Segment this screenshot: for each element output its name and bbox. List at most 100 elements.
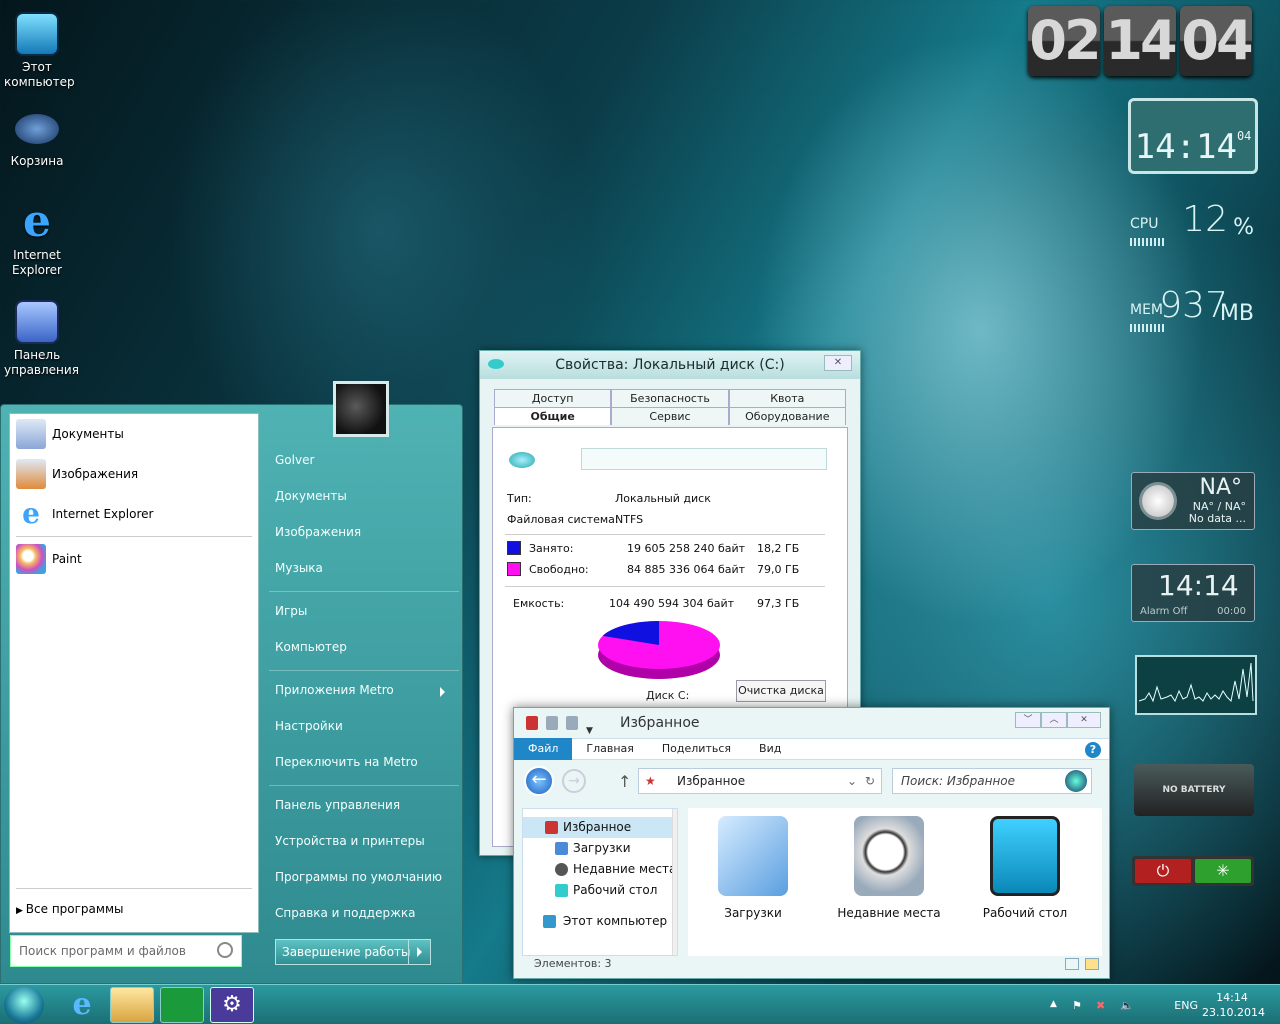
tab-general[interactable]: Общие	[494, 407, 612, 425]
tab-share[interactable]: Поделиться	[648, 738, 745, 760]
restart-button[interactable]: ✳	[1195, 859, 1251, 883]
start-link-computer[interactable]: Компьютер	[269, 632, 459, 668]
start-item-paint[interactable]: Paint	[10, 539, 258, 579]
flag-icon[interactable]: ⚑	[1072, 999, 1084, 1012]
details-view-icon[interactable]	[1065, 958, 1079, 970]
navpane-scrollbar[interactable]	[672, 809, 677, 955]
back-button[interactable]: ←	[524, 766, 554, 796]
start-item-documents[interactable]: Документы	[10, 414, 258, 454]
start-item-ie[interactable]: e Internet Explorer	[10, 494, 258, 534]
volume-label-input[interactable]	[581, 448, 827, 470]
start-link-metro-apps[interactable]: Приложения Metro	[269, 675, 459, 711]
control-panel-icon	[15, 300, 59, 344]
start-link-documents[interactable]: Документы	[269, 481, 459, 517]
taskbar-store-button[interactable]	[160, 987, 204, 1023]
tab-view[interactable]: Вид	[745, 738, 795, 760]
tab-home[interactable]: Главная	[572, 738, 648, 760]
tab-file[interactable]: Файл	[514, 738, 573, 760]
desktop-icon-control-panel[interactable]: Панель управления	[4, 300, 79, 378]
pictures-icon	[16, 459, 46, 489]
help-icon[interactable]: ?	[1085, 742, 1101, 758]
tab-quota[interactable]: Квота	[728, 389, 846, 407]
pin-icon[interactable]	[526, 716, 538, 730]
desktop-icon-computer[interactable]: Этот компьютер	[4, 12, 75, 90]
folder-tile-desktop[interactable]: Рабочий стол	[960, 816, 1090, 920]
nav-item-favorites[interactable]: Избранное	[523, 817, 677, 838]
start-link-help[interactable]: Справка и поддержка	[269, 898, 459, 934]
search-input[interactable]: Поиск: Избранное	[892, 768, 1092, 794]
taskbar-ie-button[interactable]: e	[60, 987, 104, 1023]
start-link-settings[interactable]: Настройки	[269, 711, 459, 747]
start-link-music[interactable]: Музыка	[269, 553, 459, 589]
start-link-default-programs[interactable]: Программы по умолчанию	[269, 862, 459, 898]
folder-tile-downloads[interactable]: Загрузки	[688, 816, 818, 920]
mem-unit: MB	[1219, 301, 1254, 326]
gear-icon: ⚙	[222, 992, 242, 1017]
tab-tools[interactable]: Сервис	[611, 407, 729, 425]
start-search-input[interactable]: Поиск программ и файлов	[10, 935, 242, 967]
shutdown-options-button[interactable]	[408, 940, 430, 964]
disk-cleanup-button[interactable]: Очистка диска	[736, 680, 826, 702]
address-bar[interactable]: ★ Избранное ⌄ ↻	[638, 768, 882, 794]
capacity-gb: 97,3 ГБ	[757, 597, 800, 610]
close-button[interactable]: ✕	[1067, 712, 1101, 728]
disk-usage-pie	[598, 621, 720, 679]
language-indicator[interactable]: ENG	[1174, 999, 1198, 1012]
folder-tile-recent-places[interactable]: Недавние места	[824, 816, 954, 920]
flip-minutes: 14	[1104, 6, 1178, 76]
tab-access[interactable]: Доступ	[494, 389, 612, 407]
nav-item-desktop[interactable]: Рабочий стол	[523, 880, 677, 901]
explorer-titlebar[interactable]: ▼ Избранное ﹀ ︿ ✕	[514, 708, 1109, 738]
tab-hardware[interactable]: Оборудование	[728, 407, 846, 425]
desktop-icon-recycle-bin[interactable]: Корзина	[4, 106, 70, 169]
start-item-pictures[interactable]: Изображения	[10, 454, 258, 494]
close-button[interactable]: ✕	[824, 355, 852, 371]
start-link-switch-metro[interactable]: Переключить на Metro	[269, 747, 459, 783]
dialog-titlebar[interactable]: Свойства: Локальный диск (C:) ✕	[480, 351, 860, 379]
start-menu-left-pane: Документы Изображения e Internet Explore…	[9, 413, 259, 933]
nav-item-downloads[interactable]: Загрузки	[523, 838, 677, 859]
weather-gadget[interactable]: NA° NA° / NA° No data ...	[1131, 472, 1255, 530]
nav-item-this-pc[interactable]: Этот компьютер	[523, 911, 677, 932]
volume-icon[interactable]: 🔈	[1120, 999, 1134, 1012]
start-link-control-panel[interactable]: Панель управления	[269, 790, 459, 826]
new-folder-icon[interactable]	[566, 716, 578, 730]
start-link-devices[interactable]: Устройства и принтеры	[269, 826, 459, 862]
nav-item-recent-places[interactable]: Недавние места	[523, 859, 677, 880]
taskbar-explorer-button[interactable]	[110, 987, 154, 1023]
forward-button[interactable]: →	[562, 769, 586, 793]
show-hidden-icons-icon[interactable]: ▲	[1050, 999, 1062, 1011]
minimize-button[interactable]: ﹀	[1015, 712, 1041, 728]
all-programs-button[interactable]: ▶ Все программы	[16, 902, 123, 916]
tab-security[interactable]: Безопасность	[611, 389, 729, 407]
start-link-games[interactable]: Игры	[269, 596, 459, 632]
alarm-clock-gadget[interactable]: 14:14 Alarm Off 00:00	[1131, 564, 1255, 622]
desktop-icon-ie[interactable]: e Internet Explorer	[4, 200, 70, 278]
documents-icon	[16, 419, 46, 449]
properties-icon[interactable]	[546, 716, 558, 730]
desktop-icon	[555, 884, 568, 897]
downloads-folder-icon	[718, 816, 788, 896]
start-link-pictures[interactable]: Изображения	[269, 517, 459, 553]
up-button[interactable]: ↑	[618, 772, 631, 791]
refresh-icon[interactable]: ↻	[865, 769, 875, 793]
start-link-user[interactable]: Golver	[269, 445, 459, 481]
start-item-label: Internet Explorer	[52, 507, 154, 521]
downloads-icon	[555, 842, 568, 855]
shutdown-button[interactable]: Завершение работы	[275, 939, 431, 965]
network-icon[interactable]: ✖	[1096, 999, 1108, 1012]
power-off-button[interactable]: ⏻	[1135, 859, 1191, 883]
user-avatar[interactable]	[333, 381, 389, 437]
chevron-down-icon[interactable]: ▼	[586, 716, 593, 736]
filesystem-row: Файловая система: NTFS	[507, 513, 643, 526]
start-button[interactable]	[4, 986, 44, 1024]
network-graph-gadget	[1135, 655, 1257, 715]
chevron-down-icon[interactable]: ⌄	[847, 769, 857, 793]
taskbar-clock[interactable]: 14:14 23.10.2014	[1202, 990, 1265, 1020]
desktop-icon-label: Internet Explorer	[12, 248, 62, 277]
taskbar-settings-button[interactable]: ⚙	[210, 987, 254, 1023]
large-icons-view-icon[interactable]	[1085, 958, 1099, 970]
maximize-button[interactable]: ︿	[1041, 712, 1067, 728]
power-gadget[interactable]: ⏻ ✳	[1132, 856, 1254, 886]
mem-label: MEM	[1130, 302, 1164, 318]
